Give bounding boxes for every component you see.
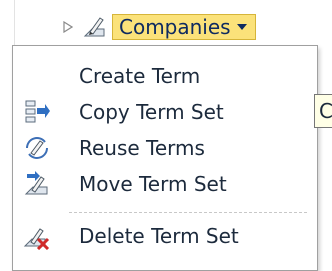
menu-separator <box>69 212 307 213</box>
menu-item-reuse-terms[interactable]: Reuse Terms <box>13 130 317 166</box>
menu-item-move-term-set[interactable]: Move Term Set <box>13 166 317 202</box>
menu-item-label: Create Term <box>79 64 201 88</box>
dropdown-caret-icon[interactable] <box>236 24 247 30</box>
menu-item-label: Copy Term Set <box>79 100 224 124</box>
expand-arrow-icon[interactable] <box>60 19 76 35</box>
move-term-set-icon <box>23 170 51 198</box>
menu-item-label: Reuse Terms <box>79 136 205 160</box>
tag-pencil-icon <box>82 14 108 40</box>
tooltip: C <box>314 94 332 128</box>
menu-item-label: Move Term Set <box>79 172 227 196</box>
copy-term-set-icon <box>23 98 51 126</box>
term-node-text: Companies <box>119 15 231 39</box>
term-node-companies[interactable]: Companies <box>60 13 256 41</box>
reuse-terms-icon <box>23 134 51 162</box>
menu-item-copy-term-set[interactable]: Copy Term Set <box>13 94 317 130</box>
context-menu: Create Term Copy Term Set Reuse Terms Mo… <box>12 45 318 271</box>
menu-item-delete-term-set[interactable]: Delete Term Set <box>13 218 317 254</box>
menu-item-label: Delete Term Set <box>79 224 239 248</box>
tooltip-text: C <box>319 99 332 123</box>
menu-item-create-term[interactable]: Create Term <box>13 58 317 94</box>
delete-term-set-icon <box>23 222 51 251</box>
term-node-label[interactable]: Companies <box>112 14 256 40</box>
